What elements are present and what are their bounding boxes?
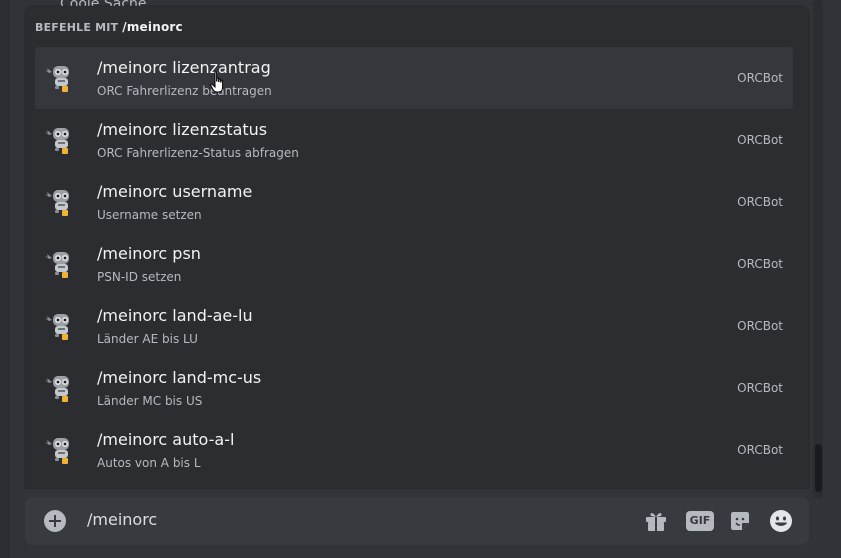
command-description: ORC Fahrerlizenz-Status abfragen xyxy=(97,146,299,160)
plus-circle-icon[interactable] xyxy=(44,510,66,532)
gif-icon-label: GIF xyxy=(689,514,711,527)
chat-scrollbar-thumb[interactable] xyxy=(815,444,822,492)
sticker-icon[interactable] xyxy=(728,509,752,533)
command-source: ORCBot xyxy=(737,133,783,147)
command-row[interactable]: /meinorc auto-a-l Autos von A bis L ORCB… xyxy=(35,419,793,481)
command-list: /meinorc lizenzantrag ORC Fahrerlizenz b… xyxy=(35,47,793,481)
command-name: /meinorc lizenzstatus xyxy=(97,120,268,139)
robot-avatar-icon xyxy=(45,128,69,154)
emoji-icon[interactable] xyxy=(769,509,793,533)
command-source: ORCBot xyxy=(737,257,783,271)
channel-list-edge xyxy=(0,0,10,558)
robot-avatar-icon xyxy=(45,190,69,216)
command-name: /meinorc psn xyxy=(97,244,201,263)
robot-avatar-icon xyxy=(45,66,69,92)
command-row[interactable]: /meinorc lizenzantrag ORC Fahrerlizenz b… xyxy=(35,47,793,109)
command-row[interactable]: /meinorc land-mc-us Länder MC bis US ORC… xyxy=(35,357,793,419)
command-source: ORCBot xyxy=(737,319,783,333)
slash-command-autocomplete: BEFEHLE MIT /meinorc /meinorc lizenzantr… xyxy=(25,6,809,488)
command-description: Autos von A bis L xyxy=(97,456,201,470)
command-source: ORCBot xyxy=(737,195,783,209)
command-name: /meinorc lizenzantrag xyxy=(97,58,271,77)
command-description: ORC Fahrerlizenz beantragen xyxy=(97,84,272,98)
message-input[interactable] xyxy=(87,510,587,529)
header-command: /meinorc xyxy=(122,20,183,34)
command-row[interactable]: /meinorc lizenzstatus ORC Fahrerlizenz-S… xyxy=(35,109,793,171)
command-row[interactable]: /meinorc land-ae-lu Länder AE bis LU ORC… xyxy=(35,295,793,357)
robot-avatar-icon xyxy=(45,314,69,340)
command-name: /meinorc land-ae-lu xyxy=(97,306,253,325)
hand-pointer-cursor-icon xyxy=(210,71,224,93)
command-description: Länder AE bis LU xyxy=(97,332,198,346)
command-description: Länder MC bis US xyxy=(97,394,203,408)
command-row[interactable]: /meinorc psn PSN-ID setzen ORCBot xyxy=(35,233,793,295)
autocomplete-header: BEFEHLE MIT /meinorc xyxy=(35,20,183,34)
command-source: ORCBot xyxy=(737,381,783,395)
message-input-bar: GIF xyxy=(25,497,809,545)
gift-icon[interactable] xyxy=(644,509,668,533)
chat-scrollbar-track[interactable] xyxy=(813,0,823,498)
header-prefix: BEFEHLE MIT xyxy=(35,21,119,34)
robot-avatar-icon xyxy=(45,376,69,402)
command-source: ORCBot xyxy=(737,443,783,457)
robot-avatar-icon xyxy=(45,438,69,464)
command-name: /meinorc land-mc-us xyxy=(97,368,262,387)
robot-avatar-icon xyxy=(45,252,69,278)
gif-icon[interactable]: GIF xyxy=(686,511,714,531)
command-source: ORCBot xyxy=(737,71,783,85)
command-row[interactable]: /meinorc username Username setzen ORCBot xyxy=(35,171,793,233)
command-name: /meinorc username xyxy=(97,182,253,201)
command-description: PSN-ID setzen xyxy=(97,270,182,284)
command-name: /meinorc auto-a-l xyxy=(97,430,235,449)
command-description: Username setzen xyxy=(97,208,202,222)
